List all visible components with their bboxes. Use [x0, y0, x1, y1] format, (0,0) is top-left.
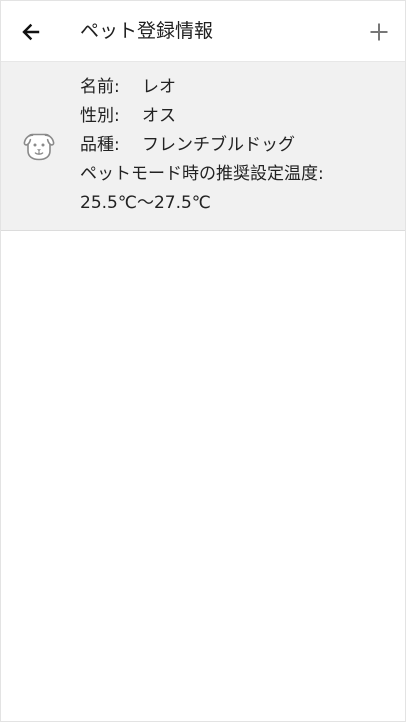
- pet-name-label: 名前:: [80, 77, 120, 97]
- plus-icon: [370, 23, 388, 41]
- back-button[interactable]: [13, 15, 47, 49]
- pet-name-value: レオ: [142, 77, 176, 97]
- recommended-temperature-value: 25.5℃〜27.5℃: [80, 193, 211, 213]
- pet-sex-value: オス: [142, 106, 176, 126]
- dog-icon: [23, 133, 55, 161]
- pet-card[interactable]: 名前: レオ 性別: オス 品種: フレンチブルドッグ ペットモード時の推奨設定…: [1, 62, 405, 231]
- add-pet-button[interactable]: [363, 16, 395, 48]
- empty-content-area: [1, 231, 405, 720]
- pet-breed-value: フレンチブルドッグ: [142, 135, 295, 155]
- pet-registration-screen: ペット登録情報 名前: レオ 性別: オス 品種: フレンチブルドッグ ペットモ…: [0, 0, 406, 722]
- app-bar: ペット登録情報: [1, 1, 405, 62]
- pet-sex-row: 性別: オス: [80, 102, 395, 131]
- pet-breed-label: 品種:: [80, 135, 120, 155]
- pet-name-row: 名前: レオ: [80, 73, 395, 102]
- pet-info: 名前: レオ 性別: オス 品種: フレンチブルドッグ ペットモード時の推奨設定…: [80, 73, 395, 218]
- arrow-left-icon: [22, 23, 40, 41]
- recommended-temperature-label: ペットモード時の推奨設定温度:: [80, 164, 324, 184]
- pet-breed-row: 品種: フレンチブルドッグ: [80, 131, 395, 160]
- pet-sex-label: 性別:: [80, 106, 120, 126]
- page-title: ペット登録情報: [80, 20, 214, 42]
- pet-avatar: [22, 130, 56, 162]
